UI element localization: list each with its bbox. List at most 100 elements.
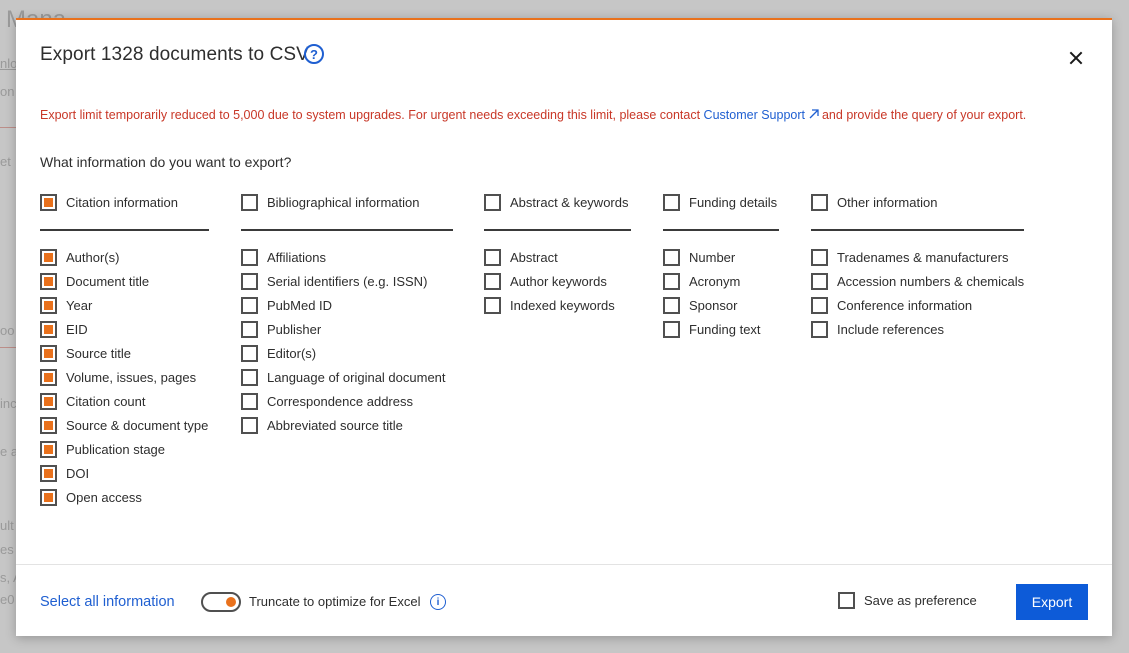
checkbox-box[interactable] (838, 592, 855, 609)
truncate-toggle[interactable] (201, 592, 241, 612)
checkbox-label: Tradenames & manufacturers (837, 249, 1009, 265)
field-checkbox[interactable]: Year (40, 293, 209, 317)
field-checkbox[interactable]: Author keywords (484, 269, 631, 293)
field-checkbox[interactable]: Conference information (811, 293, 1024, 317)
field-checkbox[interactable]: Abstract (484, 245, 631, 269)
checkbox-box[interactable] (241, 320, 258, 338)
checkbox-box[interactable] (40, 248, 57, 266)
checkbox-label: Volume, issues, pages (66, 369, 197, 385)
checkbox-box[interactable] (484, 193, 501, 211)
field-checkbox[interactable]: PubMed ID (241, 293, 453, 317)
column-header-checkbox[interactable]: Other information (811, 190, 1024, 214)
checkbox-label: Author keywords (510, 273, 607, 289)
field-checkbox[interactable]: Acronym (663, 269, 779, 293)
customer-support-link[interactable]: Customer Support (704, 108, 822, 122)
checkbox-box[interactable] (40, 193, 57, 211)
close-icon[interactable] (1066, 48, 1086, 68)
checkbox-box[interactable] (40, 320, 57, 338)
checkbox-label: Citation count (66, 393, 146, 409)
field-checkbox[interactable]: Source title (40, 341, 209, 365)
field-checkbox[interactable]: Number (663, 245, 779, 269)
column-header-checkbox[interactable]: Abstract & keywords (484, 190, 631, 214)
truncate-label: Truncate to optimize for Excel (249, 594, 421, 609)
checkbox-box[interactable] (241, 248, 258, 266)
checkbox-label: Accession numbers & chemicals (837, 273, 1025, 289)
checkbox-box[interactable] (663, 296, 680, 314)
checkbox-label: Abbreviated source title (267, 417, 403, 433)
field-checkbox[interactable]: Tradenames & manufacturers (811, 245, 1024, 269)
field-checkbox[interactable]: Indexed keywords (484, 293, 631, 317)
field-checkbox[interactable]: Source & document type (40, 413, 209, 437)
field-checkbox[interactable]: Volume, issues, pages (40, 365, 209, 389)
checkbox-label: Include references (837, 321, 944, 337)
field-checkbox[interactable]: Open access (40, 485, 209, 509)
field-checkbox[interactable]: Abbreviated source title (241, 413, 453, 437)
checkbox-box[interactable] (663, 320, 680, 338)
checkbox-box[interactable] (40, 272, 57, 290)
field-checkbox[interactable]: Author(s) (40, 245, 209, 269)
field-checkbox[interactable]: Affiliations (241, 245, 453, 269)
field-checkbox[interactable]: Citation count (40, 389, 209, 413)
checkbox-box[interactable] (241, 368, 258, 386)
checkbox-box[interactable] (811, 193, 828, 211)
checkbox-box[interactable] (40, 440, 57, 458)
column-divider (811, 229, 1024, 231)
checkbox-box[interactable] (241, 272, 258, 290)
checkbox-box[interactable] (241, 296, 258, 314)
info-icon[interactable]: i (430, 594, 446, 610)
field-checkbox[interactable]: Accession numbers & chemicals (811, 269, 1024, 293)
field-column: Abstract & keywords Abstract Author keywor… (484, 190, 631, 317)
field-checkbox[interactable]: Editor(s) (241, 341, 453, 365)
column-divider (241, 229, 453, 231)
field-checkbox[interactable]: Correspondence address (241, 389, 453, 413)
question-circle-icon[interactable]: ? (304, 44, 324, 64)
field-checkbox[interactable]: Language of original document (241, 365, 453, 389)
field-checkbox[interactable]: Funding text (663, 317, 779, 341)
field-checkbox[interactable]: Document title (40, 269, 209, 293)
field-checkbox[interactable]: Publisher (241, 317, 453, 341)
checkbox-box[interactable] (484, 272, 501, 290)
field-column: Citation information Author(s) Document ti… (40, 190, 209, 509)
checkbox-box[interactable] (663, 248, 680, 266)
column-header-checkbox[interactable]: Funding details (663, 190, 779, 214)
checkbox-box[interactable] (40, 392, 57, 410)
field-checkbox[interactable]: DOI (40, 461, 209, 485)
checkbox-box[interactable] (663, 272, 680, 290)
checkbox-box[interactable] (40, 296, 57, 314)
checkbox-box[interactable] (484, 296, 501, 314)
column-divider (663, 229, 779, 231)
toggle-knob (226, 597, 236, 607)
checkbox-label: Language of original document (267, 369, 446, 385)
checkbox-box[interactable] (241, 193, 258, 211)
column-header-checkbox[interactable]: Bibliographical information (241, 190, 453, 214)
checkbox-box[interactable] (241, 416, 258, 434)
checkbox-box[interactable] (40, 344, 57, 362)
field-checkbox[interactable]: Publication stage (40, 437, 209, 461)
checkbox-label: Citation information (66, 194, 178, 210)
field-checkbox[interactable]: EID (40, 317, 209, 341)
checkbox-box[interactable] (40, 488, 57, 506)
checkbox-box[interactable] (811, 248, 828, 266)
checkbox-box[interactable] (811, 320, 828, 338)
footer-divider (16, 564, 1112, 565)
column-header-checkbox[interactable]: Citation information (40, 190, 209, 214)
field-checkbox[interactable]: Sponsor (663, 293, 779, 317)
dialog-title: Export 1328 documents to CSV (40, 44, 309, 65)
save-preference-checkbox[interactable]: Save as preference (838, 592, 977, 609)
checkbox-box[interactable] (40, 416, 57, 434)
checkbox-box[interactable] (40, 368, 57, 386)
field-checkbox[interactable]: Serial identifiers (e.g. ISSN) (241, 269, 453, 293)
checkbox-box[interactable] (40, 464, 57, 482)
checkbox-box[interactable] (811, 296, 828, 314)
checkbox-label: Editor(s) (267, 345, 317, 361)
checkbox-box[interactable] (484, 248, 501, 266)
export-button[interactable]: Export (1016, 584, 1088, 620)
checkbox-box[interactable] (811, 272, 828, 290)
column-divider (484, 229, 631, 231)
field-checkbox[interactable]: Include references (811, 317, 1024, 341)
checkbox-box[interactable] (663, 193, 680, 211)
export-dialog: Export 1328 documents to CSV ? Export li… (16, 18, 1112, 636)
select-all-link[interactable]: Select all information (40, 594, 175, 610)
checkbox-box[interactable] (241, 344, 258, 362)
checkbox-box[interactable] (241, 392, 258, 410)
